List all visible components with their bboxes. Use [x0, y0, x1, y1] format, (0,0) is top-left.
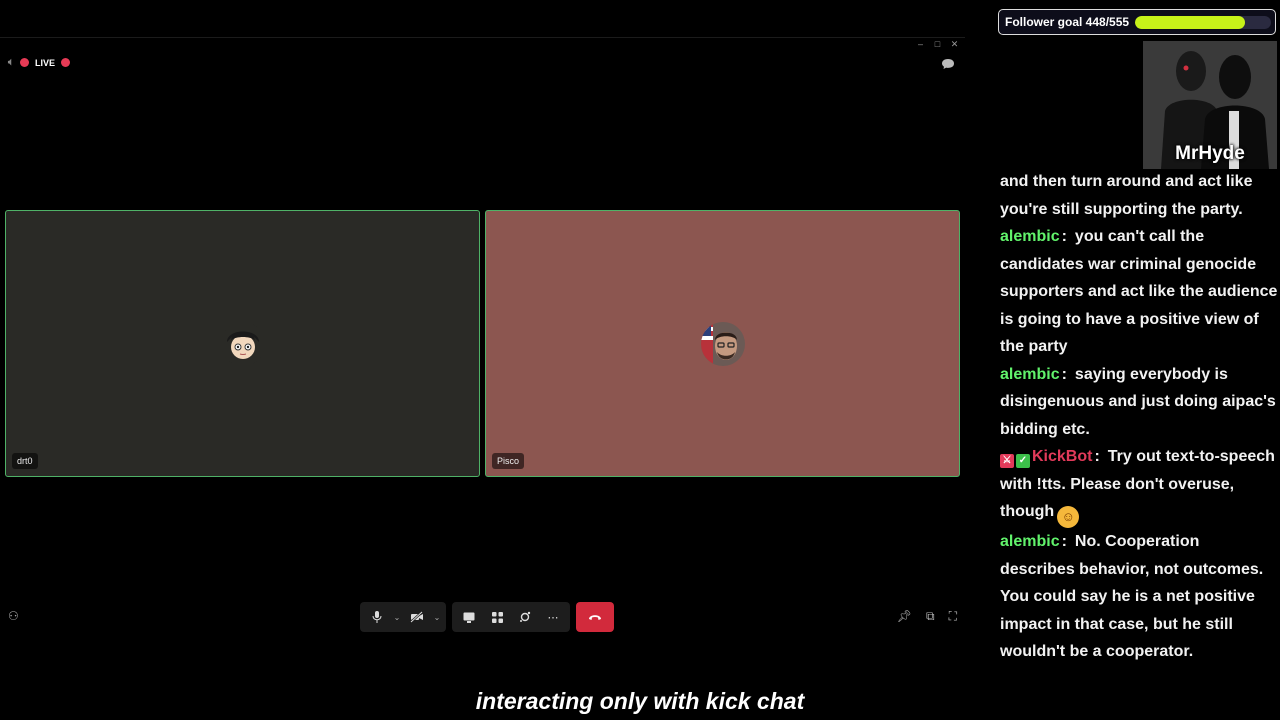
record-dot-icon — [61, 58, 71, 67]
chevron-down-icon[interactable]: ⌄ — [432, 602, 442, 632]
follower-goal-widget: Follower goal 448/555 — [998, 9, 1276, 35]
chat-message: and then turn around and act like you're… — [1000, 168, 1278, 223]
chat-username: alembic — [1000, 365, 1060, 383]
maximize-icon[interactable]: □ — [933, 39, 942, 49]
webcam-overlay: MrHyde — [1143, 41, 1277, 169]
chat-colon: : — [1061, 365, 1067, 383]
chat-overlay: and then turn around and act like you're… — [1000, 168, 1278, 720]
window-controls: – □ ✕ — [916, 39, 959, 49]
mic-icon[interactable] — [364, 602, 390, 632]
end-call-icon — [589, 615, 601, 620]
fullscreen-icon[interactable]: ⛶ — [949, 609, 957, 624]
chat-message: alembic: you can't call the candidates wa… — [1000, 223, 1278, 361]
chat-message: alembic: saying everybody is disingenuous… — [1000, 361, 1278, 444]
chat-message-text: and then turn around and act like you're… — [1000, 173, 1253, 218]
avatar — [220, 321, 265, 366]
chat-username: KickBot — [1032, 448, 1093, 465]
title-bar: – □ ✕ — [0, 37, 965, 49]
participant-name: drt0 — [12, 453, 38, 469]
stream-caption: interacting only with kick chat — [475, 688, 805, 714]
chat-colon: : — [1094, 448, 1100, 465]
close-icon[interactable]: ✕ — [950, 39, 959, 49]
feature-controls: ⋯ — [452, 602, 570, 632]
blushing-face-icon: ☺ — [1057, 506, 1080, 528]
chat-message-text: No. Cooperation describes behavior, not … — [1000, 533, 1264, 660]
avatar — [700, 321, 745, 366]
pin-icon[interactable]: 📌︎ — [897, 609, 912, 624]
chat-message: ⚔ ✓ KickBot: Try out text-to-speech with !t… — [1000, 443, 1278, 528]
verified-badge-icon: ✓ — [1016, 454, 1030, 468]
effects-icon[interactable] — [512, 602, 538, 632]
call-status-bar: 🔈︎ LIVE — [8, 57, 71, 68]
more-icon[interactable]: ⋯ — [540, 602, 566, 632]
participant-name: Pisco — [492, 453, 525, 469]
view-controls: 📌︎ ⧉ ⛶ — [897, 609, 957, 624]
webcam-name: MrHyde — [1175, 143, 1245, 164]
share-screen-icon[interactable] — [456, 602, 482, 632]
camera-off-icon[interactable] — [404, 602, 430, 632]
live-dot-icon — [20, 58, 29, 67]
call-controls: ⌄ ⌄ ⋯ — [360, 602, 614, 632]
chat-message-text: you can't call the candidates war crimin… — [1000, 228, 1278, 355]
participant-tile-pisco[interactable]: Pisco — [485, 210, 960, 477]
chat-username: alembic — [1000, 228, 1060, 245]
chat-colon: : — [1061, 228, 1067, 245]
chat-bubble-icon[interactable] — [941, 58, 955, 70]
chat-message: alembic: No. Cooperation describes behavi… — [1000, 528, 1278, 666]
chat-colon: : — [1061, 533, 1067, 550]
follower-goal-label: Follower goal 448/555 — [1005, 15, 1130, 29]
speaker-icon[interactable]: 🔈︎ — [8, 57, 14, 68]
call-window: – □ ✕ 🔈︎ LIVE drt0 Pisco ⚇ ⌄ ⌄ ⋯ 📌︎ ⧉ ⛶ — [0, 37, 965, 637]
moderator-badge-icon: ⚔ — [1000, 454, 1014, 468]
minimize-icon[interactable]: – — [916, 39, 925, 49]
popout-icon[interactable]: ⧉ — [926, 609, 935, 624]
media-controls: ⌄ ⌄ — [360, 602, 446, 632]
chat-username: alembic — [1000, 533, 1060, 550]
participants-icon[interactable]: ⚇ — [8, 609, 19, 623]
follower-goal-fill — [1135, 15, 1245, 29]
end-call-button[interactable] — [576, 602, 614, 632]
live-label: LIVE — [35, 57, 56, 68]
participant-tile-drt0[interactable]: drt0 — [5, 210, 480, 477]
chevron-down-icon[interactable]: ⌄ — [392, 602, 402, 632]
grid-icon[interactable] — [484, 602, 510, 632]
follower-goal-bar — [1135, 15, 1272, 29]
